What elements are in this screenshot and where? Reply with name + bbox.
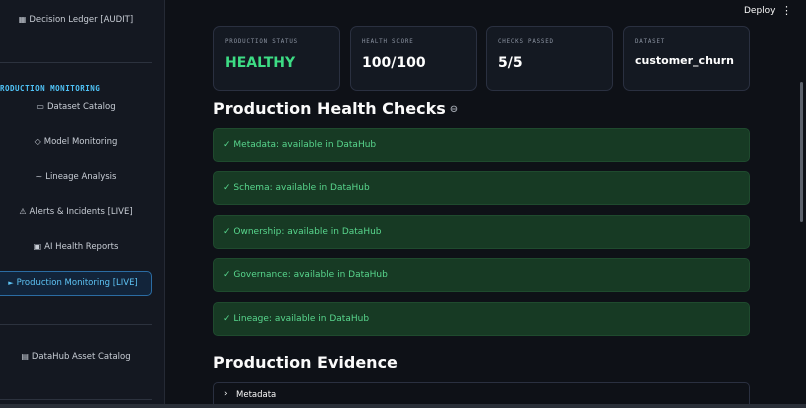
sidebar-item-label: DataHub Asset Catalog: [31, 352, 131, 362]
sidebar-item-ai-health-reports[interactable]: ▣ AI Health Reports: [0, 242, 152, 252]
sidebar-item-dataset-catalog[interactable]: ▭ Dataset Catalog: [0, 102, 152, 112]
metric-label: CHECKS PASSED: [498, 39, 554, 45]
anchor-link-icon[interactable]: ⊖: [450, 104, 458, 115]
sidebar-divider: [0, 399, 152, 400]
wave-icon: ~: [35, 172, 43, 181]
metric-value: 5/5: [498, 55, 523, 71]
sidebar-item-production-monitoring[interactable]: ► Production Monitoring [LIVE]: [0, 271, 152, 296]
deploy-button[interactable]: Deploy: [744, 6, 776, 16]
sidebar-item-label: Decision Ledger [AUDIT]: [29, 15, 134, 25]
sidebar-item-label: Model Monitoring: [43, 137, 118, 147]
sidebar-item-label: AI Health Reports: [44, 242, 119, 252]
report-icon: ▣: [33, 242, 42, 251]
warning-icon: ⚠: [19, 207, 27, 216]
sidebar-item-model-monitoring[interactable]: ◇ Model Monitoring: [0, 137, 152, 147]
expander-label: Metadata: [236, 390, 277, 400]
bottom-border: [0, 404, 806, 408]
sidebar-item-decision-ledger[interactable]: ▦ Decision Ledger [AUDIT]: [0, 15, 152, 25]
play-icon: ►: [8, 279, 14, 287]
sidebar-item-lineage-analysis[interactable]: ~ Lineage Analysis: [0, 172, 152, 182]
sidebar-item-label: Production Monitoring [LIVE]: [16, 278, 138, 288]
metric-card-health-score: HEALTH SCORE 100/100: [350, 26, 477, 91]
sidebar-section-title: RODUCTION MONITORING: [0, 84, 101, 93]
metric-card-production-status: PRODUCTION STATUS HEALTHY: [213, 26, 340, 91]
diamond-icon: ◇: [34, 137, 41, 146]
health-check-metadata: ✓ Metadata: available in DataHub: [213, 128, 750, 162]
page-section-title: Production Health Checks: [213, 99, 446, 118]
metric-card-dataset: DATASET customer_churn: [623, 26, 750, 91]
sidebar-item-label: Alerts & Incidents [LIVE]: [29, 207, 133, 217]
health-checks-heading: Production Health Checks ⊖: [213, 99, 458, 118]
sidebar-item-label: Lineage Analysis: [45, 172, 117, 182]
sidebar-divider: [0, 324, 152, 325]
metric-card-checks-passed: CHECKS PASSED 5/5: [486, 26, 613, 91]
chevron-right-icon: ›: [224, 389, 228, 399]
sidebar-item-label: Dataset Catalog: [46, 102, 116, 112]
sidebar-item-datahub-asset-catalog[interactable]: ▤ DataHub Asset Catalog: [0, 352, 152, 362]
sidebar: ▦ Decision Ledger [AUDIT] RODUCTION MONIT…: [0, 0, 165, 408]
ledger-icon: ▦: [18, 15, 27, 24]
metric-value: 100/100: [362, 55, 426, 71]
folder-icon: ▭: [36, 102, 44, 111]
health-check-lineage: ✓ Lineage: available in DataHub: [213, 302, 750, 336]
metric-label: PRODUCTION STATUS: [225, 39, 298, 45]
metric-value: customer_churn: [635, 54, 734, 67]
health-check-governance: ✓ Governance: available in DataHub: [213, 258, 750, 292]
metric-label: HEALTH SCORE: [362, 39, 414, 45]
more-menu-icon[interactable]: ⋮: [781, 4, 792, 17]
health-check-schema: ✓ Schema: available in DataHub: [213, 171, 750, 205]
scrollbar-thumb[interactable]: [800, 82, 803, 222]
catalog-icon: ▤: [21, 352, 29, 361]
sidebar-divider: [0, 62, 152, 63]
metric-value: HEALTHY: [225, 55, 296, 71]
evidence-heading: Production Evidence: [213, 353, 398, 372]
sidebar-item-alerts-incidents[interactable]: ⚠ Alerts & Incidents [LIVE]: [0, 207, 152, 217]
metric-label: DATASET: [635, 39, 666, 45]
health-check-ownership: ✓ Ownership: available in DataHub: [213, 215, 750, 249]
